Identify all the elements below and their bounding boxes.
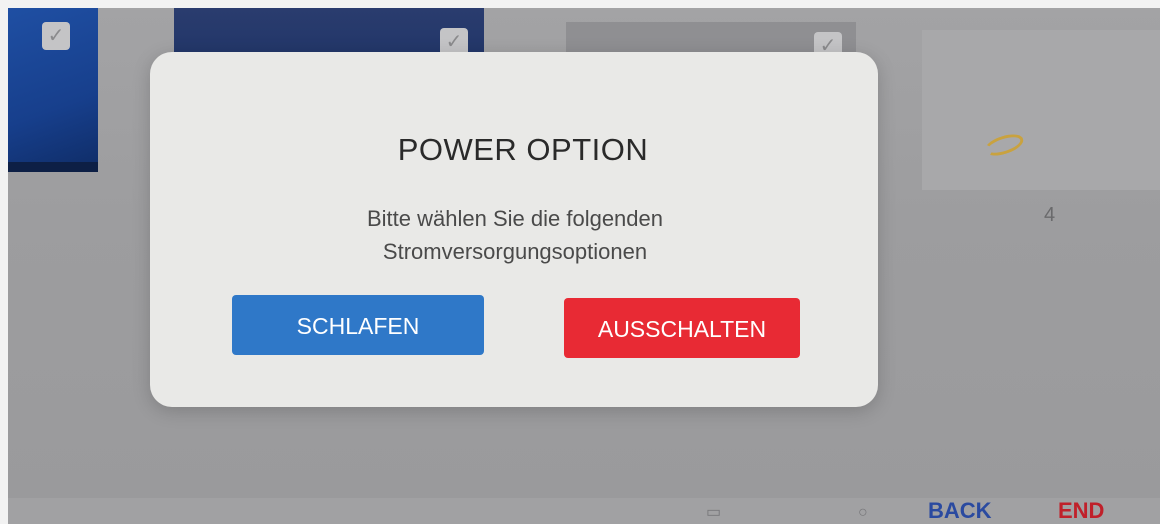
check-icon[interactable]: ✓ (42, 22, 70, 50)
search-icon[interactable]: ○ (858, 504, 868, 522)
thumbnail-4[interactable] (922, 30, 1160, 190)
window-icon[interactable]: ▭ (706, 502, 721, 522)
shutdown-button[interactable]: AUSSCHALTEN (564, 298, 800, 358)
page-number: 4 (1044, 204, 1056, 226)
dialog-message-line-2: Stromversorgungsoptionen (382, 239, 648, 264)
thumbnail-taskbar (8, 162, 98, 172)
end-button[interactable]: END (1058, 498, 1104, 524)
sleep-button[interactable]: SCHLAFEN (232, 295, 484, 355)
back-button[interactable]: BACK (928, 498, 992, 524)
dialog-message: Bitte wählen Sie die folgenden Stromvers… (150, 202, 880, 268)
dialog-title: POWER OPTION (397, 132, 649, 167)
doodle-drawing (982, 130, 1026, 160)
power-option-dialog: POWER OPTION Bitte wählen Sie die folgen… (150, 52, 878, 407)
dialog-message-line-1: Bitte wählen Sie die folgenden (367, 206, 663, 231)
thumbnail-1[interactable]: ✓ (8, 8, 98, 172)
bottom-toolbar: ▭ ○ BACK END (8, 498, 1160, 524)
